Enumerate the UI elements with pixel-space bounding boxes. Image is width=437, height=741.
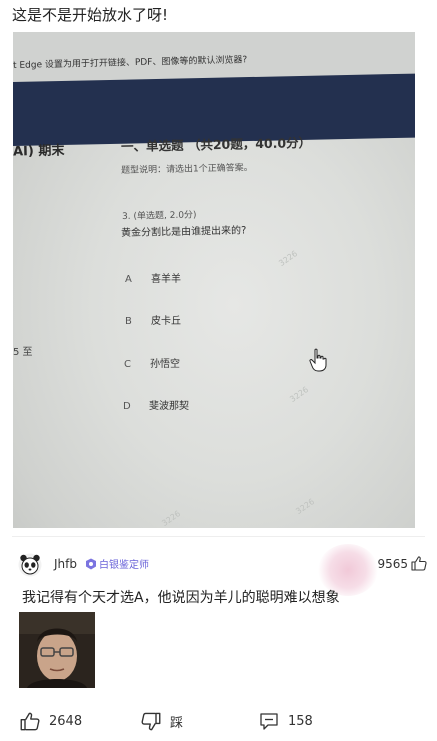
watermark: 3226 [277,248,300,269]
post-comment-count: 158 [288,714,313,729]
comment-like-button[interactable]: 9565 [377,556,427,571]
option-text: 孙悟空 [150,359,180,370]
post-like-button[interactable]: 2648 [20,712,82,731]
option-a[interactable]: A 喜羊羊 [125,270,181,285]
post-dislike-button[interactable]: 踩 [141,712,183,731]
cursor-hand-icon [309,348,327,372]
watermark: 3226 [160,508,183,528]
option-letter: D [123,401,131,412]
post-photo[interactable]: t Edge 设置为用于打开链接、PDF、图像等的默认浏览器? AI) 期末 5… [13,32,415,528]
option-b[interactable]: B 皮卡丘 [125,312,181,327]
option-text: 皮卡丘 [151,316,181,327]
post-dislike-label: 踩 [170,716,184,731]
thumbs-up-icon [20,712,40,731]
sidebar-title: AI) 期末 [13,143,65,160]
sidebar-number: 5 至 [13,347,33,358]
comment-like-count: 9565 [377,556,408,571]
section-description: 题型说明：请选出1个正确答案。 [120,163,253,176]
comment-username[interactable]: Jhfb [54,557,77,571]
comment-image[interactable] [19,612,95,688]
option-letter: B [125,316,132,327]
question-meta: 3. (单选题, 2.0分) [121,210,197,222]
post-comment-button[interactable]: 158 [259,712,313,731]
option-letter: A [125,274,132,285]
question-text: 黄金分割比是由谁提出来的? [120,225,247,239]
comment-photo [19,612,95,688]
comment-icon [260,713,278,730]
user-badge: 白银鉴定师 [85,556,149,571]
watermark: 3226 [294,496,317,517]
badge-label: 白银鉴定师 [99,560,149,571]
comment-text: 我记得有个天才选A，他说因为羊儿的聪明难以想象 [22,590,340,606]
thumbs-up-icon [411,556,427,571]
option-d[interactable]: D 斐波那契 [123,397,189,412]
post-like-count: 2648 [49,714,83,729]
option-letter: C [124,359,131,370]
thumbs-down-icon [141,712,161,731]
option-c[interactable]: C 孙悟空 [124,355,180,370]
divider [12,536,425,537]
section-title: 一、单选题 （共20题，40.0分） [120,135,312,154]
post-title: 这是不是开始放水了呀! [12,6,169,24]
silver-badge-icon [86,558,96,569]
watermark: 3226 [288,384,311,405]
panda-avatar-icon[interactable] [18,553,42,577]
option-text: 斐波那契 [149,401,189,412]
option-text: 喜羊羊 [151,274,181,285]
